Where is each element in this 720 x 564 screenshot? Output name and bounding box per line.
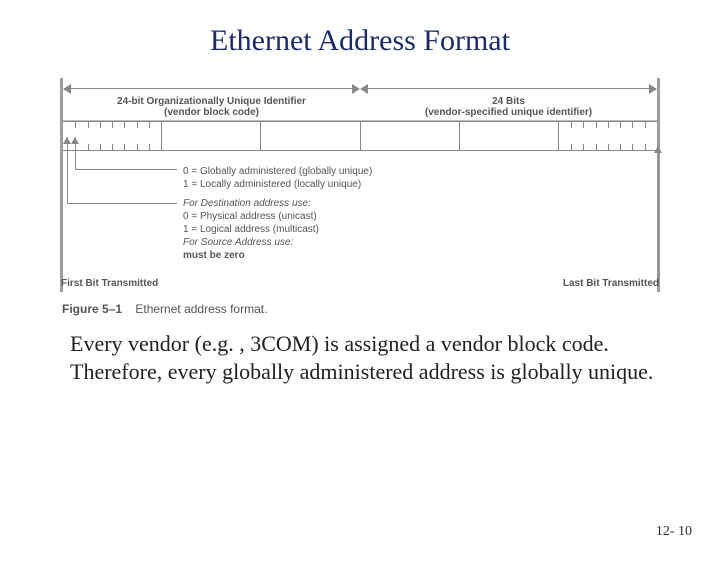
vendor-label-2: (vendor-specified unique identifier) bbox=[425, 107, 592, 118]
byte-3 bbox=[361, 122, 460, 150]
src-hdr: For Source Address use: bbox=[183, 236, 657, 249]
first-bit-label: First Bit Transmitted bbox=[61, 278, 158, 289]
ul-bit-0: 0 = Globally administered (globally uniq… bbox=[183, 165, 657, 178]
vendor-span: 24 Bits (vendor-specified unique identif… bbox=[360, 84, 657, 94]
body-paragraph: Every vendor (e.g. , 3COM) is assigned a… bbox=[70, 330, 664, 386]
ul-bit-1: 1 = Locally administered (locally unique… bbox=[183, 178, 657, 191]
dest-1: 1 = Logical address (multicast) bbox=[183, 223, 657, 236]
slide-title: Ethernet Address Format bbox=[0, 24, 720, 58]
ig-bit-pointer bbox=[67, 137, 68, 203]
oui-span: 24-bit Organizationally Unique Identifie… bbox=[63, 84, 360, 94]
vendor-label-1: 24 Bits bbox=[492, 96, 525, 107]
src-mustzero: must be zero bbox=[183, 249, 657, 262]
last-bit-label: Last Bit Transmitted bbox=[563, 278, 659, 289]
oui-label-1: 24-bit Organizationally Unique Identifie… bbox=[117, 96, 306, 107]
figure-caption: Figure 5–1 Ethernet address format. bbox=[62, 302, 658, 316]
dest-hdr: For Destination address use: bbox=[183, 197, 657, 210]
bit-annotations: 0 = Globally administered (globally uniq… bbox=[63, 151, 657, 272]
dest-0: 0 = Physical address (unicast) bbox=[183, 210, 657, 223]
byte-5 bbox=[559, 122, 657, 150]
ul-bit-pointer bbox=[75, 137, 76, 169]
field-span-row: 24-bit Organizationally Unique Identifie… bbox=[63, 78, 657, 121]
page-number: 12- 10 bbox=[656, 524, 692, 540]
byte-2 bbox=[261, 122, 360, 150]
byte-boxes bbox=[63, 121, 657, 151]
last-bit-pointer bbox=[658, 146, 659, 286]
byte-0 bbox=[63, 122, 162, 150]
byte-1 bbox=[162, 122, 261, 150]
ethernet-address-figure: 24-bit Organizationally Unique Identifie… bbox=[60, 78, 660, 292]
byte-4 bbox=[460, 122, 559, 150]
figure-number: Figure 5–1 bbox=[62, 302, 122, 316]
figure-caption-text: Ethernet address format. bbox=[135, 302, 267, 316]
transmission-labels: First Bit Transmitted Last Bit Transmitt… bbox=[63, 278, 657, 292]
oui-label-2: (vendor block code) bbox=[164, 107, 259, 118]
